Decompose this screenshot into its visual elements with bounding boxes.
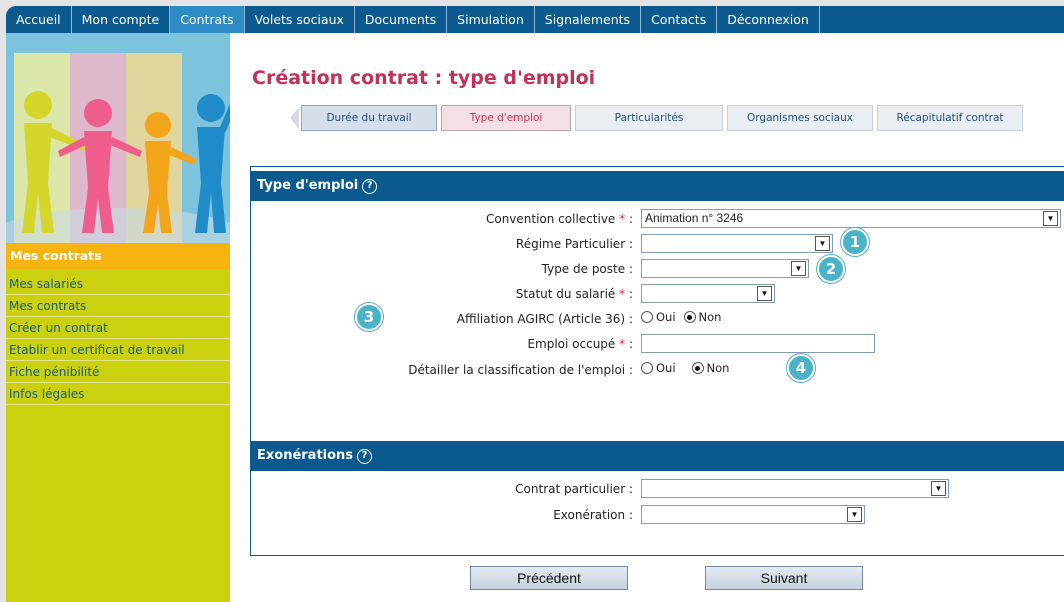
previous-button[interactable]: Précédent <box>470 566 628 590</box>
affiliation-radio-group: Oui Non <box>641 310 729 324</box>
main-content: Création contrat : type d'emploi Durée d… <box>230 33 1064 602</box>
sidebar-item-mes-salaries[interactable]: Mes salariés <box>6 273 230 295</box>
affiliation-label: Affiliation AGIRC (Article 36) : <box>456 312 633 326</box>
contrat-particulier-label: Contrat particulier : <box>515 482 633 496</box>
sidebar-item-certificat-travail[interactable]: Etablir un certificat de travail <box>6 339 230 361</box>
annotation-badge-1: 1 <box>841 228 869 256</box>
sidebar: Mes contrats Mes salariés Mes contrats C… <box>6 33 230 602</box>
nav-accueil[interactable]: Accueil <box>6 6 72 33</box>
type-emploi-section: Type d'emploi ? Convention collective * … <box>251 171 1064 421</box>
affiliation-oui-label: Oui <box>656 310 676 324</box>
nav-contacts[interactable]: Contacts <box>641 6 718 33</box>
annotation-badge-4: 4 <box>787 354 815 382</box>
detailler-oui-label: Oui <box>656 361 676 375</box>
nav-mon-compte[interactable]: Mon compte <box>72 6 171 33</box>
top-navigation: Accueil Mon compte Contrats Volets socia… <box>6 6 1064 33</box>
nav-contrats[interactable]: Contrats <box>170 6 245 33</box>
affiliation-non-radio[interactable] <box>683 311 696 323</box>
next-button[interactable]: Suivant <box>705 566 863 590</box>
contrat-particulier-select[interactable]: ▼ <box>641 479 949 498</box>
exonerations-section: Exonérations ? Contrat particulier : ▼ E… <box>251 441 1064 551</box>
nav-volets-sociaux[interactable]: Volets sociaux <box>245 6 355 33</box>
affiliation-non-label: Non <box>698 310 722 324</box>
chevron-down-icon[interactable]: ▼ <box>815 236 830 251</box>
convention-select[interactable]: Animation n° 3246 ▼ <box>641 209 1061 228</box>
annotation-badge-3: 3 <box>355 303 383 331</box>
convention-label: Convention collective * : <box>485 212 633 226</box>
step-particularites[interactable]: Particularités <box>575 105 723 131</box>
detailler-non-label: Non <box>706 361 730 375</box>
emploi-occupe-input[interactable] <box>641 334 875 353</box>
statut-label: Statut du salarié * : <box>515 287 633 301</box>
row-affiliation: Affiliation AGIRC (Article 36) : 3 Oui N… <box>251 303 1051 331</box>
row-statut: Statut du salarié * : ▼ <box>251 284 1051 304</box>
detailler-non-radio[interactable] <box>691 362 704 374</box>
required-asterisk-icon: * <box>619 212 626 226</box>
sidebar-links: Mes salariés Mes contrats Créer un contr… <box>6 273 230 405</box>
nav-simulation[interactable]: Simulation <box>447 6 535 33</box>
chevron-down-icon[interactable]: ▼ <box>791 261 806 276</box>
help-icon[interactable]: ? <box>362 178 378 194</box>
type-emploi-header: Type d'emploi ? <box>251 171 1064 201</box>
chevron-down-icon[interactable]: ▼ <box>757 286 772 301</box>
exonerations-title: Exonérations <box>257 448 354 463</box>
chevron-down-icon[interactable]: ▼ <box>1043 211 1058 226</box>
sidebar-item-fiche-penibilite[interactable]: Fiche pénibilité <box>6 361 230 383</box>
regime-label: Régime Particulier : <box>515 237 633 251</box>
detailler-oui-radio[interactable] <box>641 362 653 374</box>
step-type-emploi[interactable]: Type d'emploi <box>441 105 571 131</box>
sidebar-item-creer-contrat[interactable]: Créer un contrat <box>6 317 230 339</box>
sidebar-banner-illustration <box>6 33 230 243</box>
people-holding-hands-illustration <box>6 33 230 243</box>
exoneration-select[interactable]: ▼ <box>641 505 865 524</box>
page-title: Création contrat : type d'emploi <box>252 67 596 89</box>
emploi-label: Emploi occupé * : <box>527 337 633 351</box>
nav-deconnexion[interactable]: Déconnexion <box>717 6 820 33</box>
row-type-poste: Type de poste : ▼ 2 <box>251 255 1051 283</box>
statut-select[interactable]: ▼ <box>641 284 775 303</box>
chevron-down-icon[interactable]: ▼ <box>931 481 946 496</box>
step-recapitulatif[interactable]: Récapitulatif contrat <box>877 105 1023 131</box>
help-icon[interactable]: ? <box>357 448 373 464</box>
chevron-down-icon[interactable]: ▼ <box>847 507 862 522</box>
step-duree-travail[interactable]: Durée du travail <box>301 105 437 131</box>
required-asterisk-icon: * <box>619 337 626 351</box>
affiliation-oui-radio[interactable] <box>641 311 653 323</box>
nav-documents[interactable]: Documents <box>355 6 448 33</box>
wizard-steps: Durée du travail Type d'emploi Particula… <box>287 105 1023 131</box>
regime-select[interactable]: ▼ <box>641 234 833 253</box>
row-regime: Régime Particulier : ▼ 1 <box>251 228 1051 256</box>
detailler-radio-group: Oui Non <box>641 361 737 375</box>
row-exoneration: Exonération : ▼ <box>251 505 1051 525</box>
type-poste-select[interactable]: ▼ <box>641 259 809 278</box>
annotation-badge-2: 2 <box>817 255 845 283</box>
exonerations-header: Exonérations ? <box>251 441 1064 471</box>
page: Accueil Mon compte Contrats Volets socia… <box>6 6 1064 602</box>
row-contrat-particulier: Contrat particulier : ▼ <box>251 479 1051 499</box>
detailler-label: Détailler la classification de l'emploi … <box>408 363 633 377</box>
step-organismes-sociaux[interactable]: Organismes sociaux <box>727 105 873 131</box>
wizard-back-arrow-icon[interactable] <box>287 105 301 131</box>
sidebar-item-mes-contrats[interactable]: Mes contrats <box>6 295 230 317</box>
sidebar-item-infos-legales[interactable]: Infos légales <box>6 383 230 405</box>
type-emploi-title: Type d'emploi <box>257 178 359 193</box>
sidebar-title: Mes contrats <box>6 243 230 269</box>
row-emploi: Emploi occupé * : <box>251 334 1051 354</box>
nav-signalements[interactable]: Signalements <box>535 6 642 33</box>
required-asterisk-icon: * <box>619 287 626 301</box>
type-poste-label: Type de poste : <box>541 262 633 276</box>
exoneration-label: Exonération : <box>553 508 633 522</box>
row-convention: Convention collective * : Animation n° 3… <box>251 209 1061 229</box>
row-detailler: Détailler la classification de l'emploi … <box>251 354 1051 382</box>
